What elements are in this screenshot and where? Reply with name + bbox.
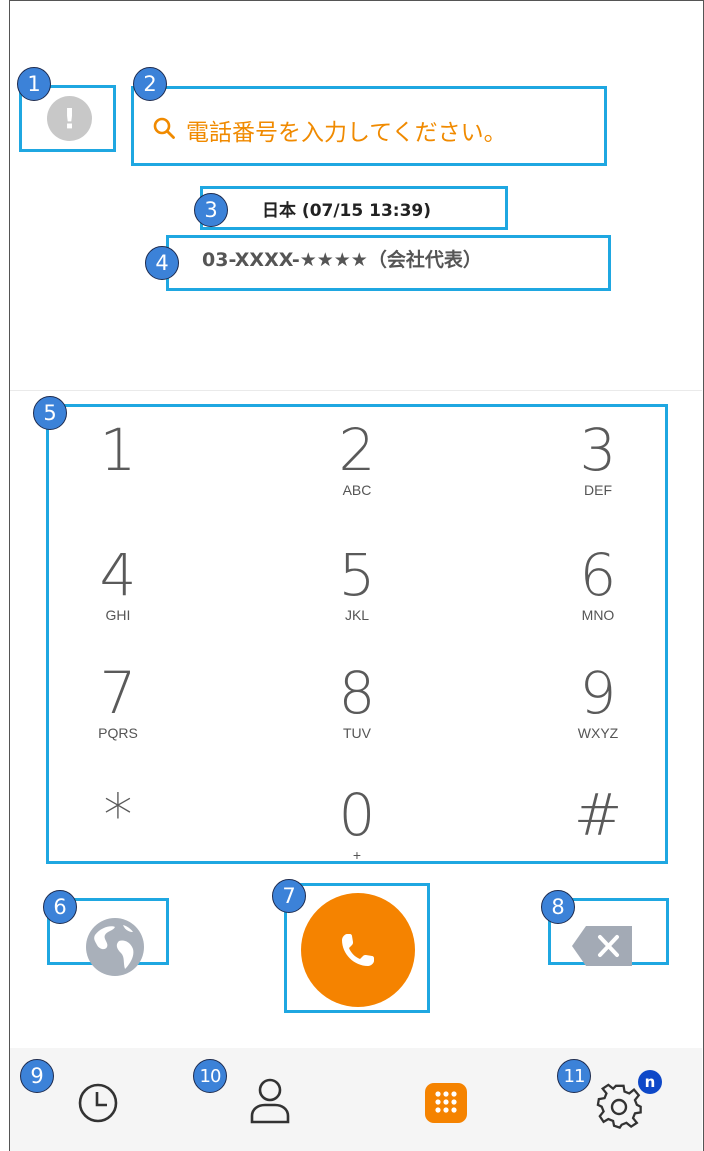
key-digit: 5: [338, 541, 376, 609]
phone-icon: [342, 934, 374, 966]
key-9[interactable]: 9 WXYZ: [523, 663, 673, 741]
key-digit: 6: [579, 541, 617, 609]
key-7[interactable]: 7 PQRS: [43, 663, 193, 741]
key-letters: TUV: [343, 725, 371, 741]
search-input[interactable]: 電話番号を入力してください。: [186, 113, 507, 147]
key-digit: 2: [338, 416, 376, 484]
key-2[interactable]: 2 ABC: [282, 420, 432, 498]
dialpad-icon[interactable]: [425, 1083, 467, 1123]
person-icon[interactable]: [248, 1076, 292, 1126]
divider: [10, 390, 702, 391]
key-digit: 3: [579, 416, 617, 484]
key-1[interactable]: 1: [43, 420, 193, 482]
key-digit: 9: [579, 659, 617, 727]
globe-icon[interactable]: [85, 917, 145, 977]
key-letters: WXYZ: [577, 725, 619, 741]
callout-badge: 3: [194, 193, 228, 227]
key-letters: +: [352, 847, 362, 863]
callout-badge: 10: [193, 1059, 227, 1093]
callout-badge: 7: [272, 879, 306, 913]
key-letters: JKL: [344, 607, 370, 623]
settings-notification-badge: n: [638, 1070, 662, 1094]
callout-badge: 5: [33, 396, 67, 430]
backspace-icon[interactable]: [570, 924, 634, 968]
callout-badge: 2: [133, 67, 167, 101]
clock-icon[interactable]: [75, 1080, 121, 1126]
callout-badge: 11: [557, 1059, 591, 1093]
key-digit: *: [103, 781, 133, 849]
key-digit: 0: [338, 781, 376, 849]
search-icon: [153, 117, 175, 139]
key-letters: GHI: [105, 607, 131, 623]
key-8[interactable]: 8 TUV: [282, 663, 432, 741]
key-star[interactable]: *: [43, 785, 193, 847]
callout-badge: 1: [17, 67, 51, 101]
key-hash[interactable]: #: [523, 785, 673, 847]
key-3[interactable]: 3 DEF: [523, 420, 673, 498]
key-letters: PQRS: [98, 725, 138, 741]
key-letters: MNO: [581, 607, 615, 623]
callout-badge: 4: [145, 246, 179, 280]
key-digit: 1: [99, 416, 137, 484]
callout-badge: 9: [20, 1059, 54, 1093]
key-5[interactable]: 5 JKL: [282, 545, 432, 623]
callout-badge: 8: [541, 890, 575, 924]
gear-icon[interactable]: [596, 1082, 644, 1130]
caller-id-number[interactable]: 03-XXXX-★★★★（会社代表）: [202, 245, 482, 272]
key-6[interactable]: 6 MNO: [523, 545, 673, 623]
key-digit: 8: [338, 659, 376, 727]
alert-icon[interactable]: !: [47, 96, 92, 141]
country-time-label[interactable]: 日本 (07/15 13:39): [262, 196, 431, 221]
key-0[interactable]: 0 +: [282, 785, 432, 863]
key-digit: 7: [99, 659, 137, 727]
key-digit: #: [573, 781, 623, 849]
callout-badge: 6: [43, 890, 77, 924]
key-letters: ABC: [342, 482, 372, 498]
key-digit: 4: [99, 541, 137, 609]
key-4[interactable]: 4 GHI: [43, 545, 193, 623]
call-button[interactable]: [301, 893, 415, 1007]
key-letters: DEF: [584, 482, 612, 498]
